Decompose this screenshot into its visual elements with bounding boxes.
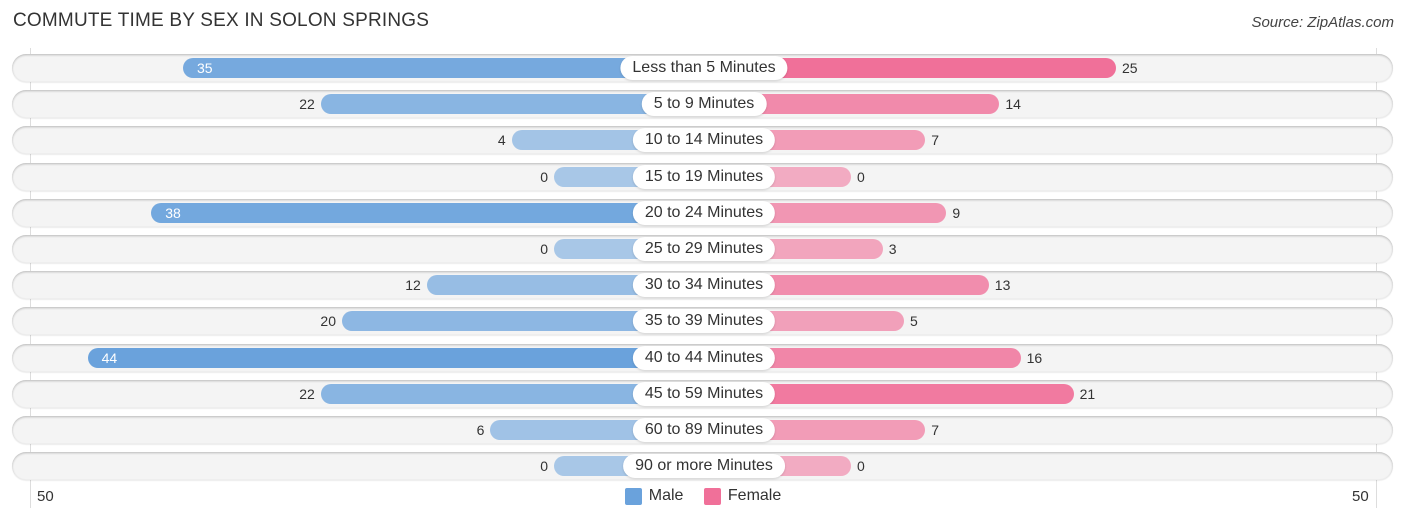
- female-value-label: 0: [857, 458, 865, 475]
- male-value-label: 12: [405, 277, 421, 294]
- male-value-label: 20: [320, 313, 336, 330]
- female-value-label: 25: [1122, 60, 1138, 76]
- female-value-label: 21: [1079, 385, 1096, 402]
- male-value-label: 0: [540, 458, 548, 475]
- male-bar[interactable]: [151, 202, 704, 223]
- male-value-label: 0: [540, 241, 548, 257]
- category-label: 30 to 34 Minutes: [632, 273, 776, 298]
- category-label: 5 to 9 Minutes: [641, 92, 767, 117]
- legend-label-female: Female: [727, 487, 782, 504]
- category-label: 35 to 39 Minutes: [632, 309, 776, 334]
- male-value-label: 4: [497, 132, 506, 149]
- male-value-label: 38: [165, 204, 181, 221]
- female-value-label: 14: [1005, 96, 1021, 113]
- male-value-label: 0: [540, 168, 548, 185]
- male-value-label: 22: [299, 385, 315, 402]
- female-swatch: [703, 487, 721, 505]
- male-swatch: [624, 487, 642, 505]
- male-bar[interactable]: [87, 347, 704, 368]
- legend-item-male[interactable]: Male: [624, 487, 684, 505]
- female-value-label: 3: [888, 241, 897, 257]
- category-label: 40 to 44 Minutes: [632, 345, 776, 370]
- legend: Male Female: [0, 487, 1406, 510]
- female-value-label: 0: [857, 168, 865, 185]
- category-label: 90 or more Minutes: [623, 454, 785, 479]
- source-label: Source: ZipAtlas.com: [1251, 14, 1394, 31]
- category-label: 15 to 19 Minutes: [632, 164, 776, 189]
- female-value-label: 16: [1026, 349, 1043, 366]
- male-value-label: 44: [101, 349, 118, 366]
- female-value-label: 7: [931, 422, 939, 438]
- chart-title: COMMUTE TIME BY SEX IN SOLON SPRINGS: [13, 10, 430, 31]
- female-value-label: 5: [910, 313, 918, 330]
- category-label: 60 to 89 Minutes: [632, 418, 776, 442]
- legend-item-female[interactable]: Female: [703, 487, 782, 505]
- category-label: 20 to 24 Minutes: [632, 200, 776, 225]
- female-value-label: 7: [931, 132, 939, 149]
- category-label: 45 to 59 Minutes: [632, 381, 776, 406]
- category-label: 10 to 14 Minutes: [632, 128, 776, 153]
- legend-label-male: Male: [648, 487, 684, 504]
- category-label: 25 to 29 Minutes: [632, 237, 776, 261]
- category-label: Less than 5 Minutes: [620, 56, 788, 80]
- male-value-label: 6: [476, 422, 485, 438]
- male-value-label: 22: [299, 96, 315, 113]
- female-value-label: 13: [994, 277, 1011, 294]
- male-value-label: 35: [197, 60, 213, 76]
- female-value-label: 9: [952, 204, 961, 221]
